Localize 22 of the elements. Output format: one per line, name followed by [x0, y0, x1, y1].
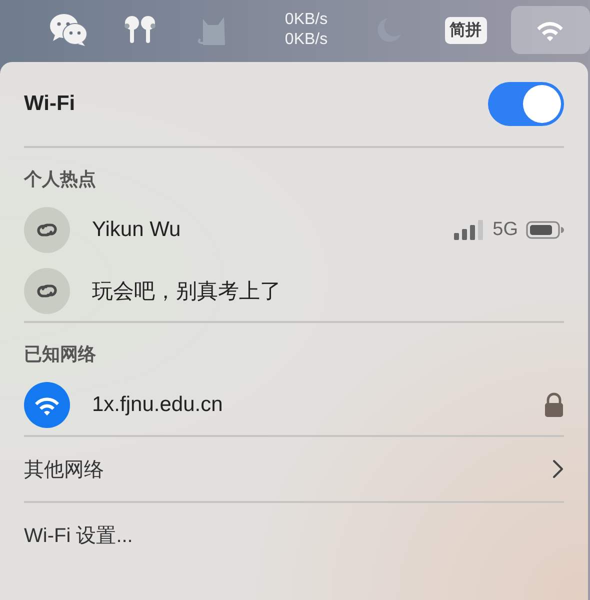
chat-bubbles-icon[interactable] [49, 13, 90, 47]
network-item[interactable]: 玩会吧，别真考上了 [24, 260, 564, 321]
battery-icon [526, 220, 564, 240]
section-heading: 已知网络 [24, 343, 97, 366]
wifi-title: Wi-Fi [24, 92, 76, 116]
band-label: 5G [492, 218, 518, 240]
wifi-toggle[interactable] [488, 82, 564, 126]
section-heading: 个人热点 [24, 168, 97, 191]
signal-bars-icon [452, 218, 485, 240]
network-item[interactable]: Yikun Wu 5G [24, 199, 564, 260]
network-name: Yikun Wu [92, 218, 182, 242]
network-name: 1x.fjnu.edu.cn [92, 392, 224, 416]
network-speed: 0KB/s [284, 10, 328, 30]
wifi-settings-item[interactable]: Wi-Fi 设置... [24, 503, 564, 567]
network-item[interactable]: 1x.fjnu.edu.cn [24, 374, 564, 435]
menu-label: 其他网络 [24, 458, 104, 482]
input-method-badge[interactable]: 简拼 [444, 16, 487, 44]
network-name: 玩会吧，别真考上了 [92, 278, 282, 304]
chevron-right-icon [552, 459, 564, 479]
other-networks-item[interactable]: 其他网络 [24, 437, 564, 501]
network-speed: 0KB/s [284, 30, 328, 50]
wifi-menu-button[interactable] [510, 6, 590, 54]
